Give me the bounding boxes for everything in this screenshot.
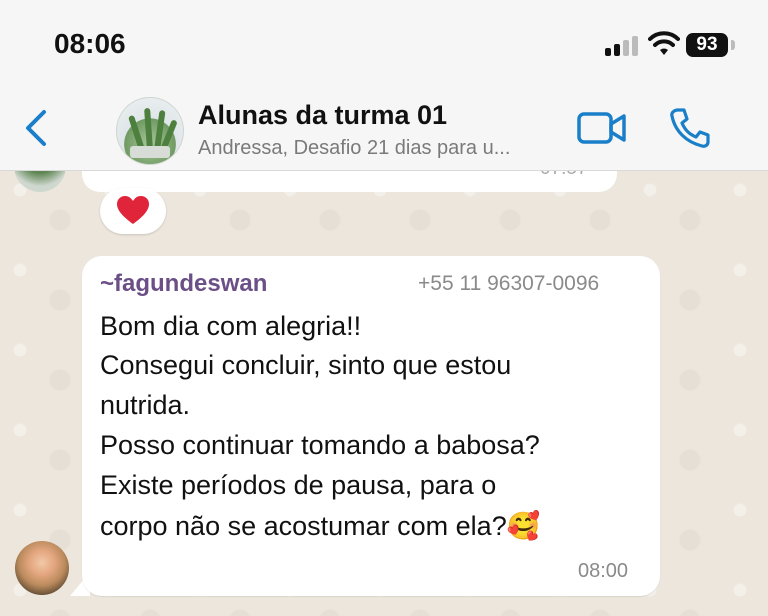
group-avatar[interactable]	[116, 97, 184, 165]
sender-phone[interactable]: +55 11 96307-0096	[418, 272, 599, 296]
chat-title[interactable]: Alunas da turma 01	[198, 100, 447, 131]
status-time: 08:06	[54, 28, 126, 59]
message-line: Posso continuar tomando a babosa?	[100, 430, 540, 460]
message-line: Bom dia com alegria!!	[100, 311, 362, 341]
message-time: 08:00	[578, 560, 629, 582]
back-chevron-icon[interactable]	[20, 108, 54, 148]
sender-avatar[interactable]	[15, 541, 69, 595]
message-line: nutrida.	[100, 390, 191, 420]
heart-icon	[117, 196, 149, 224]
heart-reaction[interactable]	[100, 188, 166, 234]
message-line: Existe períodos de pausa, para o	[100, 470, 497, 500]
battery-tip	[731, 40, 735, 50]
message-line: corpo não se acostumar com ela?🥰	[100, 511, 541, 541]
message-line: Consegui concluir, sinto que estou	[100, 350, 512, 380]
video-call-icon[interactable]	[577, 110, 627, 146]
battery-indicator: 93	[686, 33, 728, 57]
sender-name[interactable]: ~fagundeswan	[100, 270, 267, 298]
wifi-icon	[648, 31, 680, 55]
cellular-signal-icon	[605, 34, 641, 56]
message-bubble[interactable]	[82, 256, 660, 596]
chat-participants[interactable]: Andressa, Desafio 21 dias para u...	[198, 137, 510, 160]
voice-call-icon[interactable]	[668, 106, 712, 150]
